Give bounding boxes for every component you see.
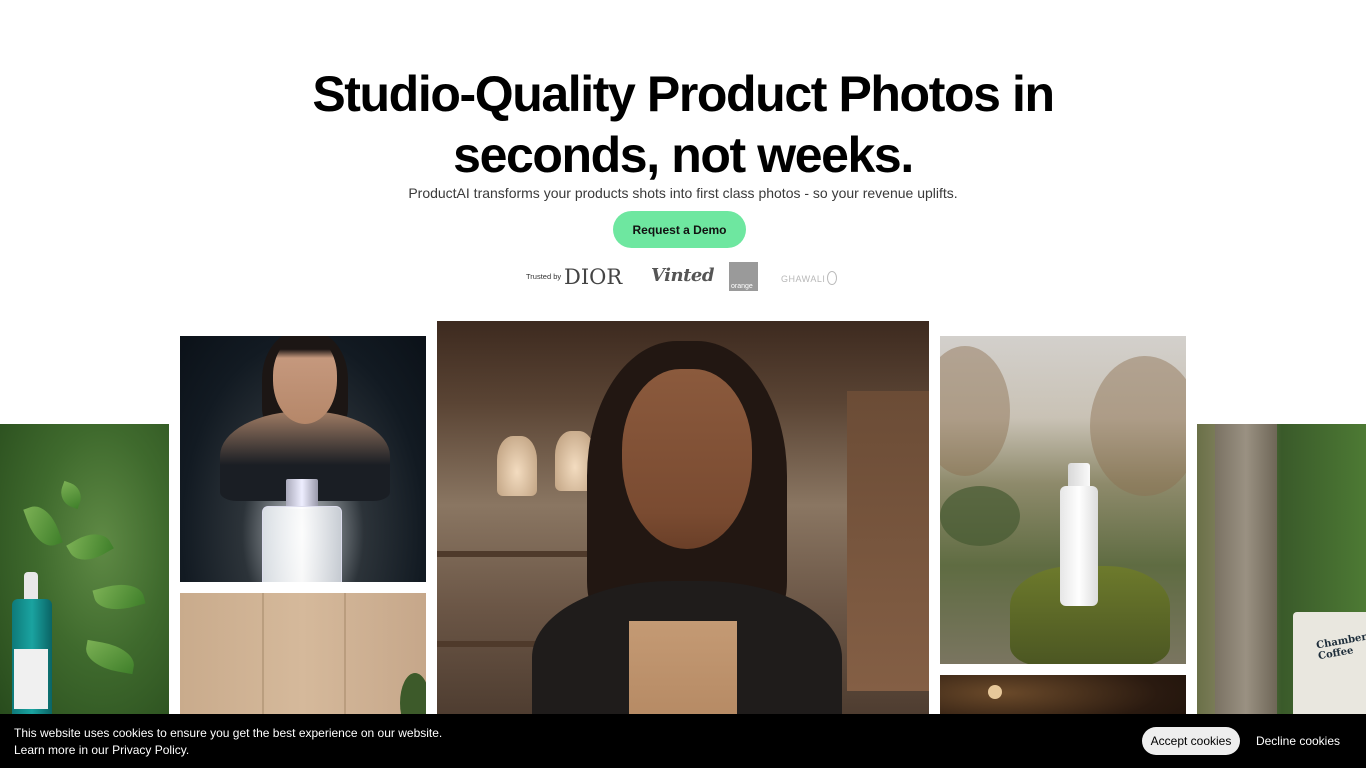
vinted-logo: Vinted [651, 265, 714, 286]
trusted-by-logos: Trusted by DIOR Vinted orange GHAWALI [526, 262, 846, 292]
ghawali-logo: GHAWALI [781, 271, 838, 285]
request-demo-button[interactable]: Request a Demo [613, 211, 746, 248]
gallery-image-coffee-bag: Chamber Coffee [1197, 424, 1366, 724]
gallery-image-perfume-woman [180, 336, 426, 582]
gallery-image-beige-wall [180, 593, 426, 733]
trusted-by-label: Trusted by [526, 272, 562, 281]
orange-logo: orange [729, 262, 758, 291]
cookie-banner: This website uses cookies to ensure you … [0, 714, 1366, 768]
gallery-image-serum-moss [940, 336, 1186, 664]
hero-title-line2: seconds, not weeks. [453, 127, 914, 183]
decline-cookies-button[interactable]: Decline cookies [1250, 727, 1346, 755]
privacy-policy-link[interactable]: Privacy Policy [112, 743, 186, 757]
cookie-message-line1: This website uses cookies to ensure you … [14, 726, 443, 740]
cookie-message-line2: Learn more in our Privacy Policy. [14, 742, 190, 757]
gallery-image-serum-green [0, 424, 169, 724]
accept-cookies-button[interactable]: Accept cookies [1142, 727, 1240, 755]
dior-logo: DIOR [564, 265, 623, 289]
gallery-image-woman-coffee-shop [437, 321, 929, 731]
hero-title-line1: Studio-Quality Product Photos in [312, 66, 1055, 122]
cookie-message: This website uses cookies to ensure you … [14, 725, 442, 758]
hero-title: Studio-Quality Product Photos in seconds… [0, 64, 1366, 186]
hero-subtitle: ProductAI transforms your products shots… [408, 185, 958, 201]
